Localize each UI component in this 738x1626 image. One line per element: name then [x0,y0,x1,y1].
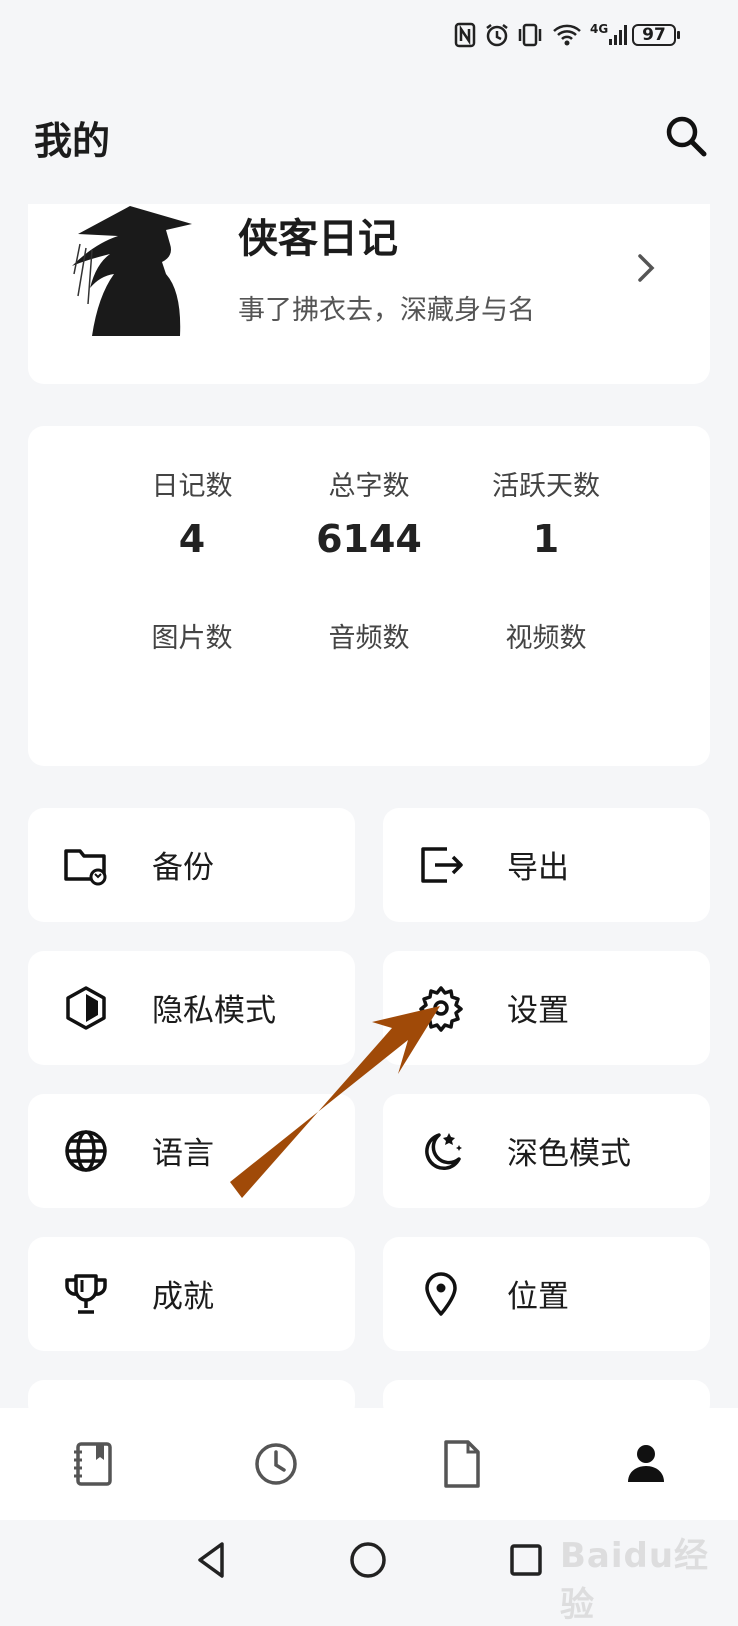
chevron-right-icon [632,250,660,286]
nav-diary[interactable] [66,1436,122,1492]
search-icon [666,116,707,157]
stat-value: 1 [532,517,560,561]
gear-icon [417,984,465,1032]
menu-export[interactable]: 导出 [383,808,710,922]
cell-signal-icon: 4G [590,20,628,50]
back-triangle-icon [198,1542,224,1578]
stat-label: 图片数 [151,623,233,654]
alarm-icon [484,20,510,50]
stat-active-days: 活跃天数 1 [446,464,646,561]
menu-label: 成就 [152,1279,214,1315]
stat-diary-count: 日记数 4 [92,464,292,561]
stat-label: 音频数 [328,623,410,654]
status-bar: 4G 97 [0,0,738,72]
menu-label: 语言 [152,1136,214,1172]
globe-icon [62,1127,110,1175]
vibrate-icon [516,20,544,50]
menu-achievements[interactable]: 成就 [28,1237,355,1351]
menu-backup[interactable]: 备份 [28,808,355,922]
menu-settings[interactable]: 设置 [383,951,710,1065]
menu-language[interactable]: 语言 [28,1094,355,1208]
stat-word-count: 总字数 6144 [269,464,469,561]
stats-card: 日记数 4 总字数 6144 活跃天数 1 图片数 音频数 视频数 [28,426,710,766]
menu-label: 设置 [507,993,569,1029]
stat-label: 总字数 [328,471,410,502]
back-button[interactable] [190,1538,234,1582]
nav-profile[interactable] [618,1436,674,1492]
avatar [70,204,200,336]
menu-dark-mode[interactable]: 深色模式 [383,1094,710,1208]
nfc-icon [454,20,476,50]
stat-label: 日记数 [151,471,233,502]
stat-label: 活跃天数 [492,471,600,502]
diary-book-icon [74,1442,112,1486]
menu-label: 隐私模式 [152,993,276,1029]
page-title: 我的 [34,119,111,163]
bottom-nav [0,1408,738,1520]
document-icon [444,1440,480,1488]
menu-label: 深色模式 [507,1136,631,1172]
stat-value: 4 [178,517,206,561]
stat-image-count: 图片数 [92,616,292,669]
network-type: 4G [590,22,609,36]
menu-label: 备份 [152,850,214,886]
stat-audio-count: 音频数 [269,616,469,669]
recents-square-icon [510,1544,542,1576]
profile-card[interactable]: 侠客日记 事了拂衣去，深藏身与名 [28,204,710,384]
menu-privacy-mode[interactable]: 隐私模式 [28,951,355,1065]
export-icon [417,841,465,889]
profile-motto: 事了拂衣去，深藏身与名 [238,295,535,326]
menu-label: 导出 [507,850,569,886]
person-icon [628,1445,664,1482]
battery-level: 97 [632,24,680,46]
privacy-shield-icon [62,984,110,1032]
wifi-icon [552,20,582,50]
clock-icon [255,1443,297,1485]
stat-video-count: 视频数 [446,616,646,669]
folder-sync-icon [62,841,110,889]
stat-value: 6144 [316,517,422,561]
menu-location[interactable]: 位置 [383,1237,710,1351]
home-button[interactable] [346,1538,390,1582]
search-button[interactable] [662,112,710,160]
menu-label: 位置 [507,1279,569,1315]
stat-label: 视频数 [505,623,587,654]
location-pin-icon [417,1270,465,1318]
home-circle-icon [350,1542,386,1578]
watermark: Baidu经验 [560,1536,710,1625]
recents-button[interactable] [504,1538,548,1582]
nav-documents[interactable] [434,1436,490,1492]
nav-timeline[interactable] [248,1436,304,1492]
profile-name: 侠客日记 [238,216,398,262]
trophy-icon [62,1270,110,1318]
moon-star-icon [417,1127,465,1175]
battery-icon: 97 [632,20,680,50]
